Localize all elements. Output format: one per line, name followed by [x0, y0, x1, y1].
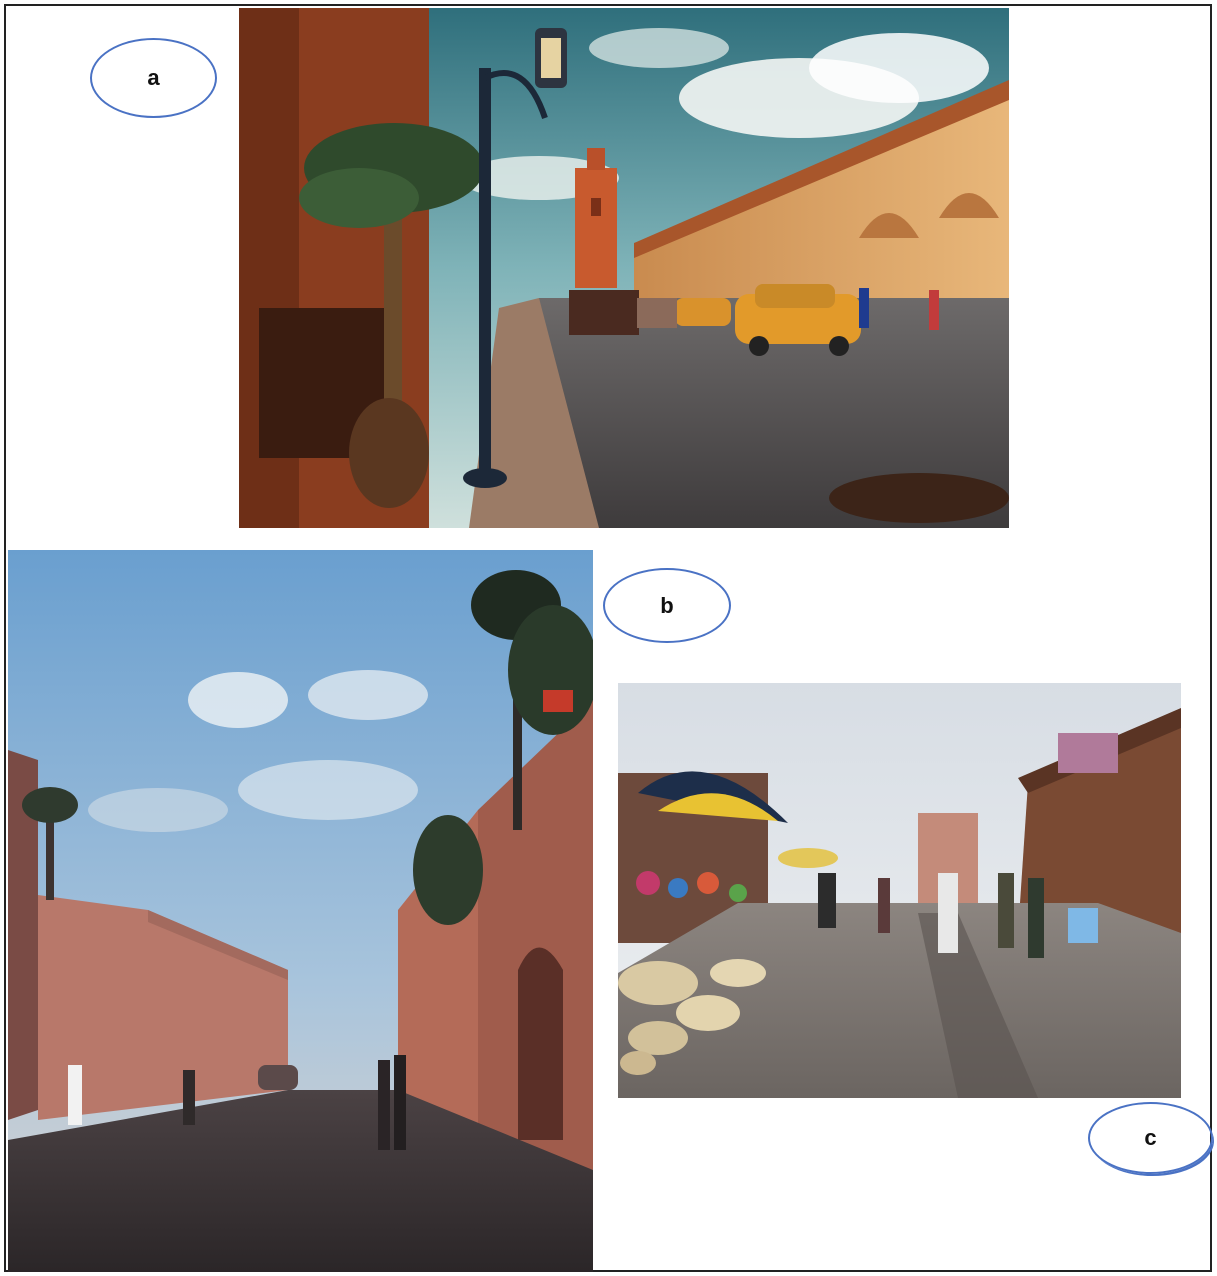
- label-b-oval: b: [603, 568, 731, 643]
- label-c: c: [1144, 1125, 1157, 1150]
- photo-b-image: [8, 550, 593, 1272]
- label-a-oval: a: [90, 38, 217, 118]
- photo-b: [8, 550, 593, 1272]
- photo-a-image: [239, 8, 1009, 528]
- photo-c-image: [618, 683, 1181, 1098]
- label-a: a: [147, 65, 160, 90]
- photo-a: [239, 8, 1009, 528]
- label-c-oval: c: [1088, 1102, 1213, 1174]
- label-b: b: [660, 592, 674, 618]
- photo-c: [618, 683, 1181, 1098]
